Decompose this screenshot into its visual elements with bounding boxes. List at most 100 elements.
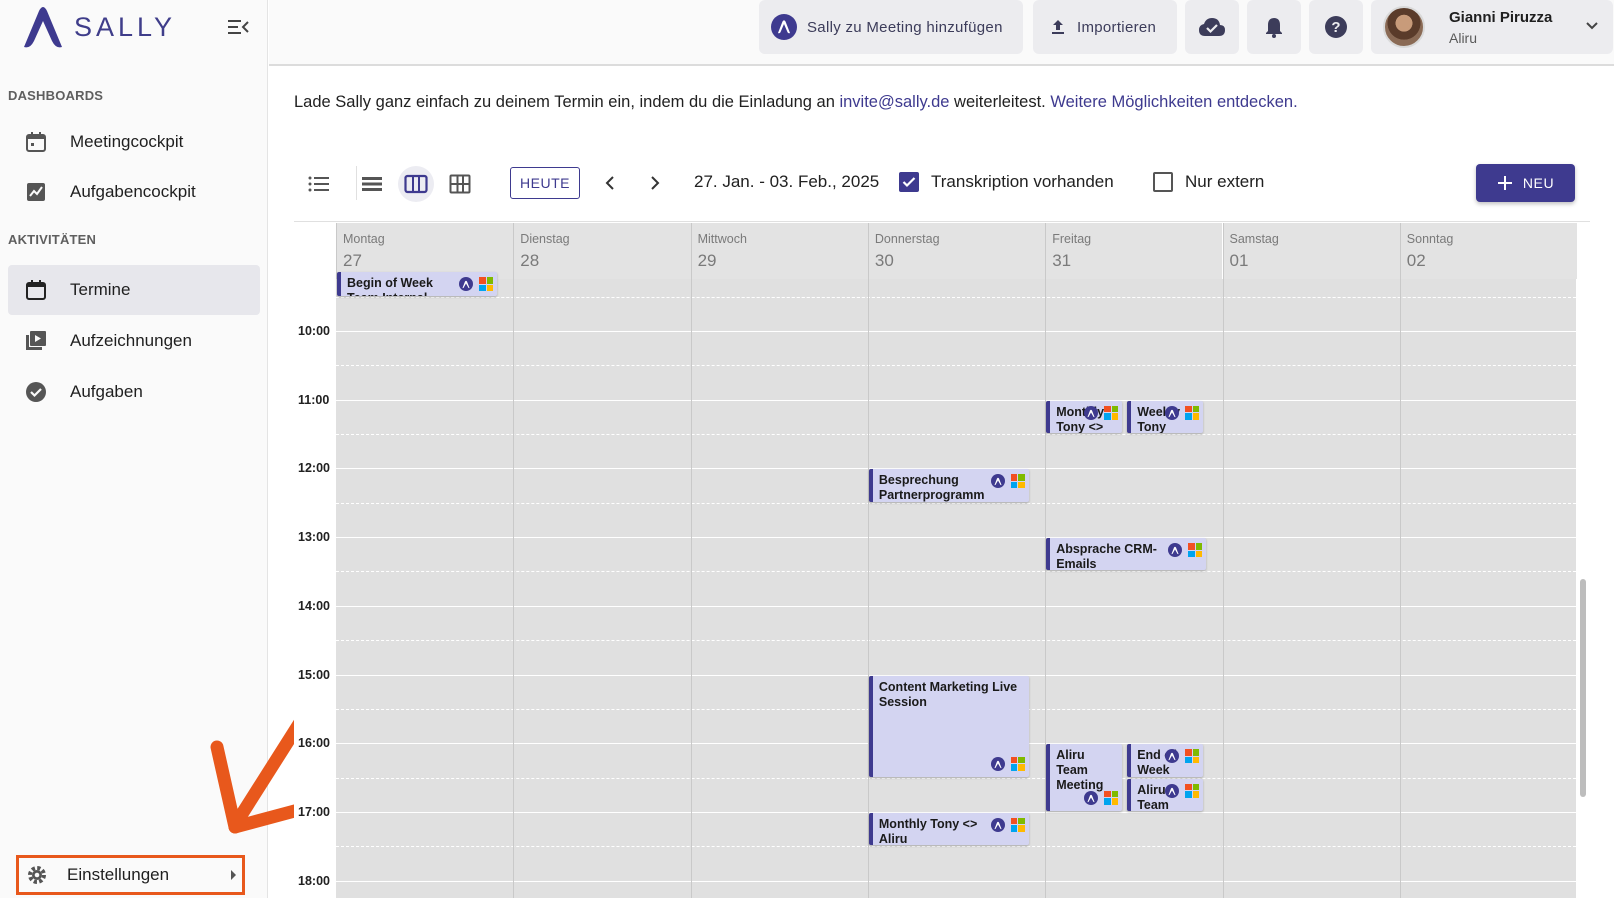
notifications-button[interactable] <box>1247 0 1301 54</box>
sidebar-item-meetingcockpit[interactable]: Meetingcockpit <box>8 117 260 167</box>
day-name: Mittwoch <box>697 232 747 246</box>
info-text-before: Lade Sally ganz einfach zu deinem Termin… <box>294 93 840 111</box>
day-name: Samstag <box>1229 232 1279 246</box>
day-name: Dienstag <box>520 232 570 246</box>
sidebar-item-aufgaben[interactable]: Aufgaben <box>8 367 260 417</box>
day-header-freitag[interactable]: Freitag 31 <box>1045 223 1223 279</box>
list-view-button[interactable] <box>301 166 337 202</box>
chevron-down-icon <box>1586 22 1598 30</box>
event-subtitle: Tony <box>1137 419 1167 434</box>
event-title: Absprache CRM- <box>1056 542 1157 557</box>
day-header-dienstag[interactable]: Dienstag 28 <box>513 223 691 279</box>
previous-week-button[interactable] <box>596 169 624 197</box>
event-subtitle: Team <box>1137 797 1169 811</box>
next-week-button[interactable] <box>641 169 669 197</box>
day-header-samstag[interactable]: Samstag 01 <box>1222 223 1400 279</box>
calendar-event[interactable]: Content Marketing Live Session <box>868 675 1029 777</box>
calendar-event[interactable]: Monthly Tony <> <box>1046 400 1123 434</box>
time-column: 10:00 11:00 12:00 13:00 14:00 15:00 16:00 17:00… <box>294 279 336 898</box>
day-header-montag[interactable]: Montag 27 <box>336 223 514 279</box>
calendar-scrollbar[interactable] <box>1580 579 1586 797</box>
collapse-menu-button[interactable] <box>224 14 252 40</box>
calendar-event[interactable]: Aliru Team <box>1127 778 1204 811</box>
sidebar-item-termine[interactable]: Termine <box>8 265 260 315</box>
calendar-event[interactable]: Begin of WeekTeam Internal <box>337 272 497 296</box>
hour-line <box>336 880 1576 882</box>
caret-right-icon <box>231 870 236 880</box>
event-subtitle: Partnerprogramm <box>878 488 985 502</box>
hour-label: 13:00 <box>298 530 330 545</box>
day-columns[interactable]: Begin of WeekTeam Internal MonthlyTony <>… <box>336 272 1576 898</box>
import-button[interactable]: Importieren <box>1033 0 1177 54</box>
sally-recording-icon <box>1165 749 1180 764</box>
event-subtitle: Aliru <box>878 831 908 846</box>
month-view-button[interactable] <box>442 166 478 202</box>
add-sally-to-meeting-button[interactable]: Sally zu Meeting hinzufügen <box>759 0 1023 54</box>
half-hour-line <box>336 297 1576 298</box>
microsoft-icon <box>1010 474 1025 489</box>
help-button[interactable]: ? <box>1309 0 1363 54</box>
sidebar: SALLY DASHBOARDS Meetingcockpit Aufgaben… <box>0 0 268 898</box>
today-button[interactable]: HEUTE <box>510 167 580 199</box>
hour-label: 18:00 <box>298 873 330 888</box>
hour-label: 10:00 <box>298 324 330 338</box>
calendar-event[interactable]: Aliru Team Meeting <box>1046 744 1123 811</box>
sidebar-item-aufgabencockpit[interactable]: Aufgabencockpit <box>8 167 260 217</box>
day-name: Donnerstag <box>874 232 940 246</box>
view-day-icon <box>362 177 382 191</box>
user-menu-button[interactable]: Gianni Piruzza Aliru <box>1371 0 1613 54</box>
cloud-sync-button[interactable] <box>1185 0 1239 54</box>
day-date: 01 <box>1229 251 1249 270</box>
microsoft-icon <box>1010 756 1025 771</box>
calendar-event[interactable]: Monthly Tony <> Aliru <box>868 812 1029 846</box>
avatar <box>1383 6 1425 48</box>
half-hour-line <box>336 434 1576 436</box>
hour-label: 17:00 <box>298 804 330 819</box>
day-separator <box>867 279 869 898</box>
day-header-sonntag[interactable]: Sonntag 02 <box>1399 223 1578 279</box>
event-title: Content Marketing Live <box>878 679 1018 694</box>
sidebar-item-label: Meetingcockpit <box>70 132 184 151</box>
day-view-button[interactable] <box>354 166 390 202</box>
week-view-button[interactable] <box>398 166 434 202</box>
day-header-donnerstag[interactable]: Donnerstag 30 <box>867 223 1046 279</box>
calendar-event[interactable]: Besprechung Partnerprogramm <box>868 469 1029 502</box>
transcription-filter-label[interactable]: Transkription vorhanden <box>931 172 1114 192</box>
external-only-checkbox[interactable] <box>1153 172 1173 192</box>
calendar-dashboard-icon <box>24 130 48 154</box>
external-only-filter-label[interactable]: Nur extern <box>1185 172 1264 192</box>
day-header-mittwoch[interactable]: Mittwoch 29 <box>690 223 868 279</box>
new-event-button[interactable]: NEU <box>1476 164 1575 202</box>
add-sally-label: Sally zu Meeting hinzufügen <box>807 18 1003 36</box>
event-subtitle: Week <box>1137 763 1170 777</box>
info-text-middle: weiterleitest. <box>949 93 1051 111</box>
transcription-checkbox[interactable] <box>899 172 919 192</box>
more-options-link[interactable]: Weitere Möglichkeiten entdecken. <box>1050 93 1297 111</box>
calendar-event[interactable]: End of Week <box>1127 744 1204 777</box>
svg-text:?: ? <box>1331 19 1340 36</box>
day-date: 30 <box>874 251 894 270</box>
sally-recording-icon <box>990 474 1005 489</box>
chart-icon <box>24 180 48 204</box>
sally-logo[interactable]: SALLY <box>20 5 176 49</box>
settings-label: Einstellungen <box>67 865 170 884</box>
event-title: Aliru <box>1056 748 1085 763</box>
chevron-left-icon <box>605 176 614 190</box>
event-subtitle-extra: Meeting <box>1056 778 1104 793</box>
hour-line <box>336 331 1576 332</box>
hour-label: 15:00 <box>298 667 330 682</box>
sidebar-item-label: Aufgaben <box>70 382 143 401</box>
section-title-aktivitaeten: AKTIVITÄTEN <box>8 232 97 247</box>
day-separator <box>1222 279 1224 898</box>
half-hour-line <box>336 365 1576 367</box>
sidebar-item-einstellungen[interactable]: Einstellungen <box>16 855 245 895</box>
event-title: Besprechung <box>878 473 959 488</box>
sidebar-item-aufzeichnungen[interactable]: Aufzeichnungen <box>8 316 260 366</box>
sally-recording-icon <box>1084 405 1099 420</box>
invite-email-link[interactable]: invite@sally.de <box>839 93 949 111</box>
day-date: 29 <box>697 251 717 270</box>
cloud-done-icon <box>1199 18 1225 36</box>
calendar-event[interactable]: Absprache CRM- Emails <box>1046 538 1207 571</box>
microsoft-icon <box>1185 783 1200 798</box>
calendar-event[interactable]: Weekly Tony <box>1127 400 1204 434</box>
